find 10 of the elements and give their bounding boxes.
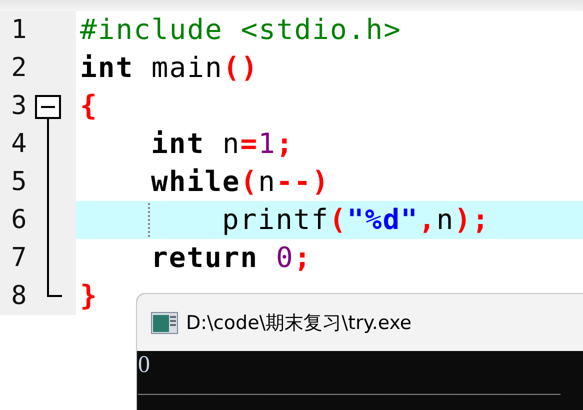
console-output: ____________________________________________	[138, 380, 560, 398]
console-output: 0	[138, 352, 150, 378]
line-number: 8	[10, 280, 28, 313]
line-number: 4	[10, 128, 28, 161]
line-number: 3	[10, 90, 28, 123]
line-number: 1	[10, 14, 28, 47]
line-number: 2	[10, 52, 28, 85]
line-number: 5	[10, 166, 28, 199]
line-number: 7	[10, 242, 28, 275]
line-number: 6	[10, 204, 28, 237]
